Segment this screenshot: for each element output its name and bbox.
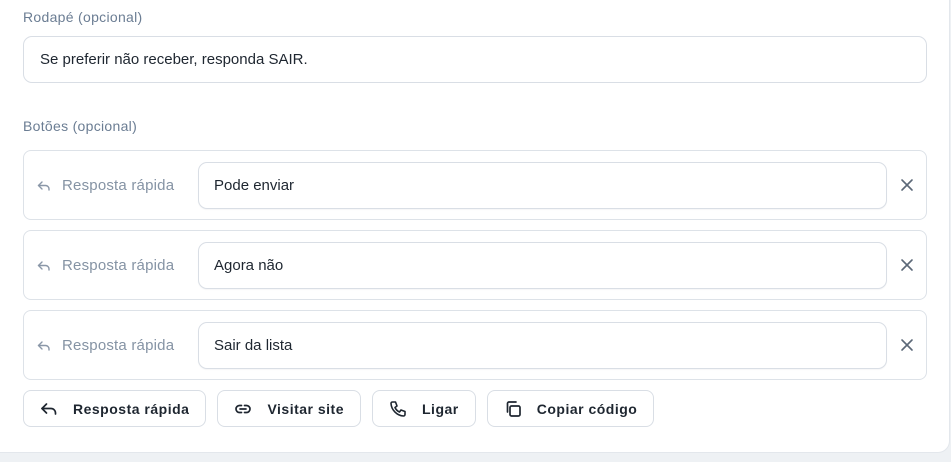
button-type-label: Resposta rápida <box>62 177 175 194</box>
button-text-input-2[interactable] <box>198 242 887 289</box>
button-text-input-1[interactable] <box>198 162 887 209</box>
close-icon[interactable] <box>898 336 916 354</box>
copy-icon <box>506 400 521 417</box>
link-icon <box>235 404 252 413</box>
message-editor-card: Rodapé (opcional) Botões (opcional) Resp… <box>0 0 950 453</box>
add-quick-reply-button[interactable]: Resposta rápida <box>23 390 207 427</box>
close-icon[interactable] <box>898 176 916 194</box>
footer-label: Rodapé (opcional) <box>23 9 143 25</box>
add-visit-site-label: Visitar site <box>267 400 344 417</box>
quick-reply-row-3: Resposta rápida <box>23 310 927 380</box>
add-copy-code-label: Copiar código <box>536 400 638 417</box>
reply-icon <box>37 341 50 351</box>
add-button-toolbar: Resposta rápida Visitar site Ligar Copia… <box>23 390 655 427</box>
add-visit-site-button[interactable]: Visitar site <box>217 390 361 427</box>
add-quick-reply-label: Resposta rápida <box>73 400 190 417</box>
reply-icon <box>41 402 57 415</box>
quick-reply-row-2: Resposta rápida <box>23 230 927 300</box>
add-copy-code-button[interactable]: Copiar código <box>486 390 655 427</box>
reply-icon <box>37 181 50 191</box>
add-call-button[interactable]: Ligar <box>372 390 476 427</box>
quick-reply-row-1: Resposta rápida <box>23 150 927 220</box>
phone-icon <box>390 400 406 417</box>
button-type-label: Resposta rápida <box>62 337 175 354</box>
footer-input[interactable] <box>23 36 927 83</box>
buttons-section-label: Botões (opcional) <box>23 118 138 134</box>
close-icon[interactable] <box>898 256 916 274</box>
button-text-input-3[interactable] <box>198 322 887 369</box>
button-type-label: Resposta rápida <box>62 257 175 274</box>
reply-icon <box>37 261 50 271</box>
add-call-label: Ligar <box>422 400 459 417</box>
